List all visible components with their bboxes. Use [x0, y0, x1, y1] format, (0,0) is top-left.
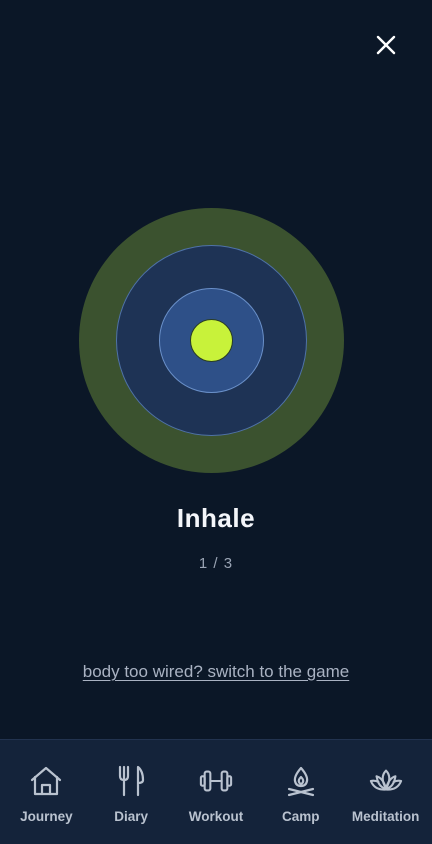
- breathing-screen: Inhale 1 / 3 body too wired? switch to t…: [0, 0, 432, 844]
- cycle-counter: 1 / 3: [198, 555, 234, 572]
- breathing-visual: Inhale 1 / 3 body too wired? switch to t…: [0, 0, 432, 700]
- nav-label: Meditation: [351, 809, 420, 824]
- switch-to-game-link[interactable]: body too wired? switch to the game: [0, 662, 432, 682]
- nav-label: Workout: [188, 809, 244, 824]
- bottom-nav: Journey Diary Workout Camp Meditation: [0, 739, 432, 844]
- nav-label: Diary: [114, 809, 149, 824]
- lotus-icon: [369, 769, 402, 791]
- breath-phase-label: Inhale: [176, 503, 256, 533]
- nav-item-workout[interactable]: Workout: [174, 764, 258, 824]
- fork-knife-icon: [119, 765, 145, 797]
- nav-item-camp[interactable]: Camp: [259, 764, 343, 824]
- nav-label: Journey: [20, 809, 73, 824]
- campfire-icon: [287, 766, 314, 797]
- nav-item-meditation[interactable]: Meditation: [344, 764, 428, 824]
- breath-core-dot: [190, 319, 233, 362]
- home-icon: [31, 766, 62, 796]
- nav-label: Camp: [282, 809, 320, 824]
- dumbbell-icon: [199, 770, 233, 792]
- nav-item-journey[interactable]: Journey: [4, 764, 88, 824]
- nav-item-diary[interactable]: Diary: [89, 764, 173, 824]
